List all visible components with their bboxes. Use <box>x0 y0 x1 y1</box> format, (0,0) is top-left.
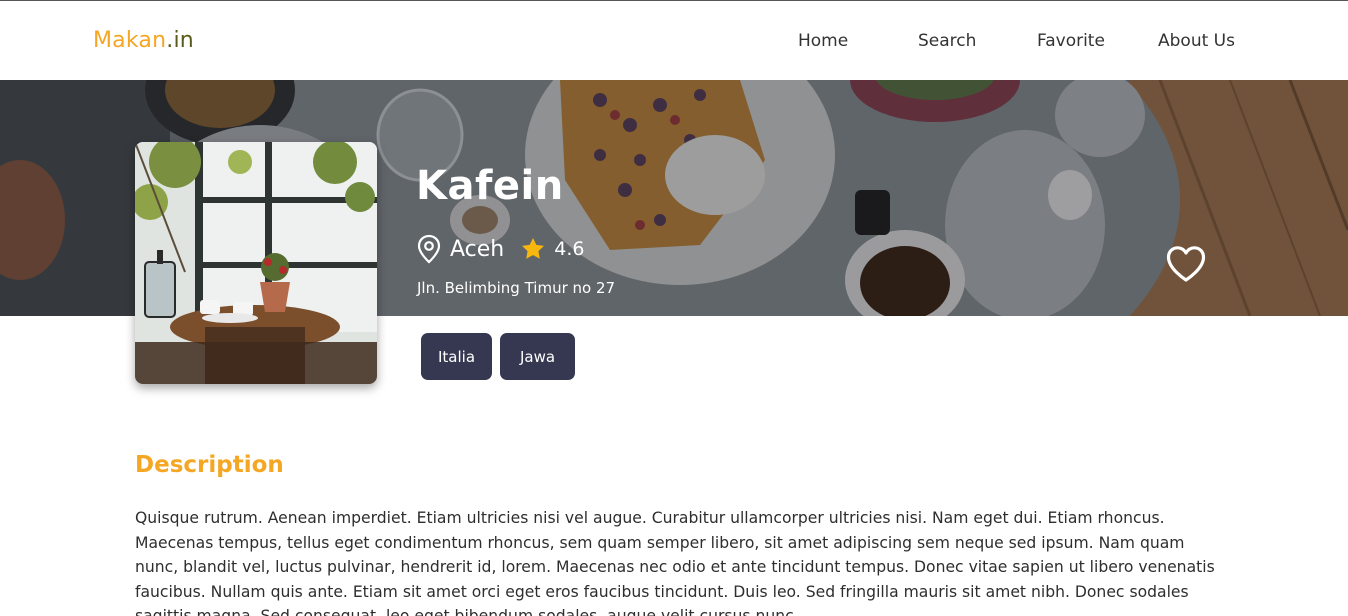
navbar: Makan.in Home Search Favorite About Us <box>0 1 1348 80</box>
nav-home[interactable]: Home <box>798 31 848 51</box>
map-pin-icon <box>416 234 442 264</box>
nav-about-us[interactable]: About Us <box>1158 31 1235 51</box>
restaurant-city: Aceh <box>450 236 505 262</box>
cafe-interior-illustration <box>135 142 377 384</box>
heart-outline-icon <box>1166 246 1206 282</box>
brand-name-primary: Makan <box>93 28 167 53</box>
location-rating-row: Aceh 4.6 <box>416 234 584 264</box>
brand-name-suffix: .in <box>166 28 194 53</box>
category-tag-jawa[interactable]: Jawa <box>500 333 575 380</box>
nav-search[interactable]: Search <box>918 31 976 51</box>
restaurant-address: Jln. Belimbing Timur no 27 <box>417 279 616 297</box>
favorite-button[interactable] <box>1165 244 1207 284</box>
restaurant-image <box>135 142 377 384</box>
restaurant-rating: 4.6 <box>554 238 585 260</box>
category-tag-italia[interactable]: Italia <box>421 333 492 380</box>
nav-favorite[interactable]: Favorite <box>1037 31 1105 51</box>
star-icon <box>520 236 546 262</box>
description-heading: Description <box>135 452 284 478</box>
restaurant-name: Kafein <box>416 163 564 209</box>
description-text: Quisque rutrum. Aenean imperdiet. Etiam … <box>135 509 1215 616</box>
brand-logo[interactable]: Makan.in <box>93 28 194 53</box>
